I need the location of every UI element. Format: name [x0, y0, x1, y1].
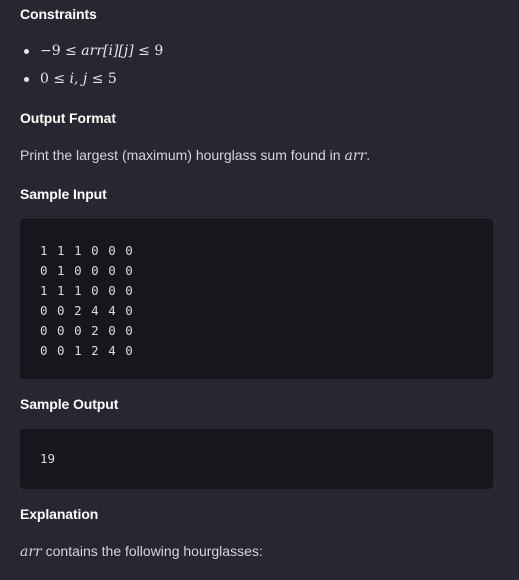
code-line: 0 1 0 0 0 0 — [40, 263, 134, 278]
constraint-item: 0 ≤ i, j ≤ 5 — [20, 66, 163, 94]
constraint-variable: arr[i][j] — [81, 43, 134, 59]
code-line: 0 0 1 2 4 0 — [40, 343, 134, 358]
constraint-item: −9 ≤ arr[i][j] ≤ 9 — [20, 38, 163, 66]
code-line: 1 1 1 0 0 0 — [40, 283, 134, 298]
output-format-text: Print the largest (maximum) hourglass su… — [20, 147, 370, 164]
bullet-icon — [24, 49, 29, 54]
constraint-suffix: ≤ 5 — [87, 71, 117, 87]
sample-output-code-block: 19 — [20, 429, 493, 489]
sample-output-value: 19 — [40, 451, 56, 466]
output-format-text-after: . — [366, 147, 371, 163]
constraints-heading: Constraints — [20, 6, 97, 22]
bullet-icon — [24, 77, 29, 82]
constraint-variable: i, j — [69, 71, 88, 87]
code-line: 0 0 0 2 0 0 — [40, 323, 134, 338]
explanation-math: arr — [20, 544, 42, 560]
sample-input-heading: Sample Input — [20, 186, 107, 202]
explanation-heading: Explanation — [20, 506, 99, 522]
code-line: 0 0 2 4 4 0 — [40, 303, 134, 318]
constraint-prefix: −9 ≤ — [40, 43, 82, 59]
sample-output-heading: Sample Output — [20, 396, 119, 412]
sample-input-code-block: 1 1 1 0 0 0 0 1 0 0 0 0 1 1 1 0 0 0 0 0 … — [20, 219, 493, 379]
constraints-list: −9 ≤ arr[i][j] ≤ 9 0 ≤ i, j ≤ 5 — [20, 38, 163, 94]
constraint-prefix: 0 ≤ — [40, 71, 70, 87]
explanation-text-body: contains the following hourglasses: — [41, 543, 263, 559]
sample-input-lines: 1 1 1 0 0 0 0 1 0 0 0 0 1 1 1 0 0 0 0 0 … — [40, 241, 134, 361]
code-line: 1 1 1 0 0 0 — [40, 243, 134, 258]
output-format-heading: Output Format — [20, 110, 116, 126]
output-format-text-before: Print the largest (maximum) hourglass su… — [20, 147, 345, 163]
explanation-text: arr contains the following hourglasses: — [20, 543, 263, 560]
constraint-suffix: ≤ 9 — [133, 43, 164, 59]
output-format-math: arr — [344, 148, 367, 164]
